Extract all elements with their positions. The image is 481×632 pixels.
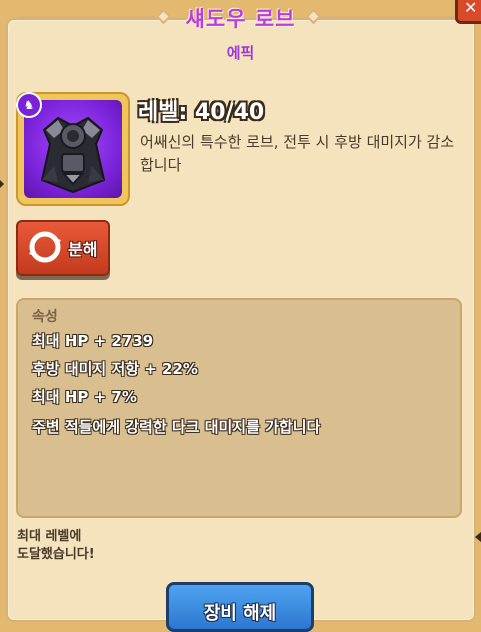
right-edge-marker xyxy=(475,532,481,542)
close-icon: ✕ xyxy=(464,0,478,17)
rarity-label: 에픽 xyxy=(226,44,255,62)
class-badge-icon: ♞ xyxy=(16,92,42,118)
dismantle-label: 분해 xyxy=(68,240,98,259)
stat-line: 주변 적들에게 강력한 다크 대미지를 가합니다 xyxy=(32,418,321,436)
max-level-line-1: 최대 레벨에 xyxy=(17,529,82,544)
unequip-button[interactable]: 장비 해제 xyxy=(166,582,314,632)
recycle-icon xyxy=(29,231,61,263)
attributes-header: 속성 xyxy=(32,309,58,325)
stat-line: 최대 HP + 7% xyxy=(32,388,137,406)
unequip-label: 장비 해제 xyxy=(203,603,277,624)
item-level: 레벨: 40/40 xyxy=(138,100,265,125)
shadow-robe-icon xyxy=(40,116,106,194)
item-icon-background xyxy=(24,100,122,198)
attributes-box: 속성 최대 HP + 2739 후방 대미지 저항 + 22% 최대 HP + … xyxy=(16,298,462,518)
stat-line: 후방 대미지 저항 + 22% xyxy=(32,360,198,378)
item-description: 어쌔신의 특수한 로브, 전투 시 후방 대미지가 감소합니다 xyxy=(140,133,455,174)
item-title: 섀도우 로브 xyxy=(185,7,296,31)
max-level-notice: 최대 레벨에 도달했습니다! xyxy=(17,528,95,564)
close-button[interactable]: ✕ xyxy=(455,0,481,24)
left-edge-marker xyxy=(0,180,4,188)
max-level-line-2: 도달했습니다! xyxy=(17,547,95,562)
stat-line: 최대 HP + 2739 xyxy=(32,332,154,350)
item-icon-frame: ♞ xyxy=(16,92,130,206)
dismantle-button[interactable]: 분해 xyxy=(16,220,110,276)
